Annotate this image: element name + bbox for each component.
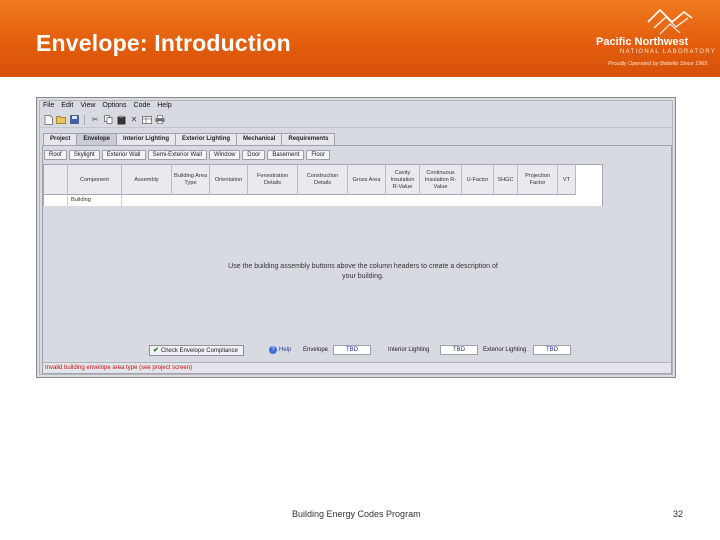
roof-button[interactable]: Roof	[44, 150, 67, 160]
column-header-gross-area[interactable]: Gross Area	[348, 165, 386, 195]
table-header: Component Assembly Building Area Type Or…	[44, 165, 576, 195]
comcheck-window-body: File Edit View Options Code Help ✂ ✕ Pro…	[39, 100, 673, 375]
column-header-projection-factor[interactable]: Projection Factor	[518, 165, 558, 195]
column-header-selector[interactable]	[44, 165, 68, 195]
save-icon[interactable]	[69, 115, 79, 125]
menu-options[interactable]: Options	[102, 101, 126, 111]
column-header-cavity-insulation[interactable]: Cavity Insulation R-Value	[386, 165, 420, 195]
checkmark-icon: ✔	[153, 346, 159, 354]
footer-program-name: Building Energy Codes Program	[292, 509, 421, 519]
empty-table-hint: Use the building assembly buttons above …	[228, 263, 498, 280]
semi-exterior-wall-button[interactable]: Semi-Exterior Wall	[147, 150, 207, 160]
pnnl-logo: Pacific Northwest NATIONAL LABORATORY Pr…	[594, 8, 717, 72]
copy-icon[interactable]	[103, 115, 113, 125]
interior-lighting-result-label: Interior Lighting	[388, 347, 430, 353]
column-header-fenestration-details[interactable]: Fenestration Details	[248, 165, 298, 195]
envelope-panel: Roof Skylight Exterior Wall Semi-Exterio…	[42, 145, 672, 374]
logo-name: Pacific Northwest	[596, 36, 689, 48]
logo-subtitle: NATIONAL LABORATORY	[620, 49, 717, 55]
menu-edit[interactable]: Edit	[61, 101, 73, 111]
table-cell-component: Building	[68, 195, 122, 206]
exterior-lighting-result-value: TBD	[533, 345, 571, 355]
open-folder-icon[interactable]	[56, 115, 66, 125]
window-button[interactable]: Window	[208, 150, 241, 160]
tab-requirements[interactable]: Requirements	[281, 133, 336, 145]
envelope-table: Component Assembly Building Area Type Or…	[43, 164, 603, 206]
check-envelope-compliance-label: Check Envelope Compliance	[160, 347, 238, 354]
column-header-vt[interactable]: VT	[558, 165, 576, 195]
table-cell-empty	[122, 195, 602, 206]
table-icon[interactable]	[142, 115, 152, 125]
tab-interior-lighting[interactable]: Interior Lighting	[116, 133, 177, 145]
cut-icon[interactable]: ✂	[90, 115, 100, 125]
logo-tagline: Proudly Operated by Battelle Since 1965	[608, 61, 708, 67]
interior-lighting-result-value: TBD	[440, 345, 478, 355]
help-link[interactable]: ? Help	[269, 346, 291, 354]
column-header-shgc[interactable]: SHGC	[494, 165, 518, 195]
comcheck-window: File Edit View Options Code Help ✂ ✕ Pro…	[36, 97, 676, 378]
envelope-result-value: TBD	[333, 345, 371, 355]
delete-icon[interactable]: ✕	[129, 115, 139, 125]
print-icon[interactable]	[155, 115, 165, 125]
tab-project[interactable]: Project	[43, 133, 78, 145]
column-header-component[interactable]: Component	[68, 165, 122, 195]
assembly-button-bar: Roof Skylight Exterior Wall Semi-Exterio…	[44, 150, 330, 160]
column-header-continuous-insulation[interactable]: Continuous Insulation R-Value	[420, 165, 462, 195]
menu-code[interactable]: Code	[134, 101, 151, 111]
compliance-bar: ✔ Check Envelope Compliance ? Help Envel…	[43, 344, 671, 358]
envelope-result-label: Envelope	[303, 347, 329, 353]
main-tab-bar: Project Envelope Interior Lighting Exter…	[43, 133, 336, 145]
slide-title: Envelope: Introduction	[36, 30, 291, 56]
column-header-construction-details[interactable]: Construction Details	[298, 165, 348, 195]
exterior-wall-button[interactable]: Exterior Wall	[101, 150, 146, 160]
status-message: Invalid building envelope area type (see…	[43, 362, 671, 373]
help-icon: ?	[269, 346, 277, 354]
page-number: 32	[673, 509, 684, 519]
tab-mechanical[interactable]: Mechanical	[236, 133, 283, 145]
table-cell-selector	[44, 195, 68, 206]
paste-icon[interactable]	[116, 115, 126, 125]
skylight-button[interactable]: Skylight	[68, 150, 100, 160]
table-row[interactable]: Building	[44, 195, 602, 206]
toolbar-separator	[84, 114, 85, 125]
column-header-assembly[interactable]: Assembly	[122, 165, 172, 195]
help-link-label: Help	[279, 347, 292, 353]
menu-view[interactable]: View	[80, 101, 95, 111]
menu-help[interactable]: Help	[157, 101, 171, 111]
column-header-orientation[interactable]: Orientation	[210, 165, 248, 195]
tab-exterior-lighting[interactable]: Exterior Lighting	[175, 133, 238, 145]
floor-button[interactable]: Floor	[306, 150, 330, 160]
toolbar: ✂ ✕	[40, 112, 672, 128]
pnnl-logo-mark-icon	[647, 8, 693, 35]
menu-bar: File Edit View Options Code Help	[40, 101, 672, 111]
slide-header: Envelope: Introduction Pacific Northwest…	[0, 0, 720, 77]
tab-envelope[interactable]: Envelope	[76, 133, 118, 145]
new-file-icon[interactable]	[43, 114, 53, 125]
exterior-lighting-result-label: Exterior Lighting	[483, 347, 527, 353]
column-header-u-factor[interactable]: U-Factor	[462, 165, 494, 195]
basement-button[interactable]: Basement	[267, 150, 305, 160]
door-button[interactable]: Door	[242, 150, 266, 160]
column-header-building-area-type[interactable]: Building Area Type	[172, 165, 210, 195]
check-envelope-compliance-button[interactable]: ✔ Check Envelope Compliance	[149, 345, 244, 356]
menu-file[interactable]: File	[43, 101, 54, 111]
